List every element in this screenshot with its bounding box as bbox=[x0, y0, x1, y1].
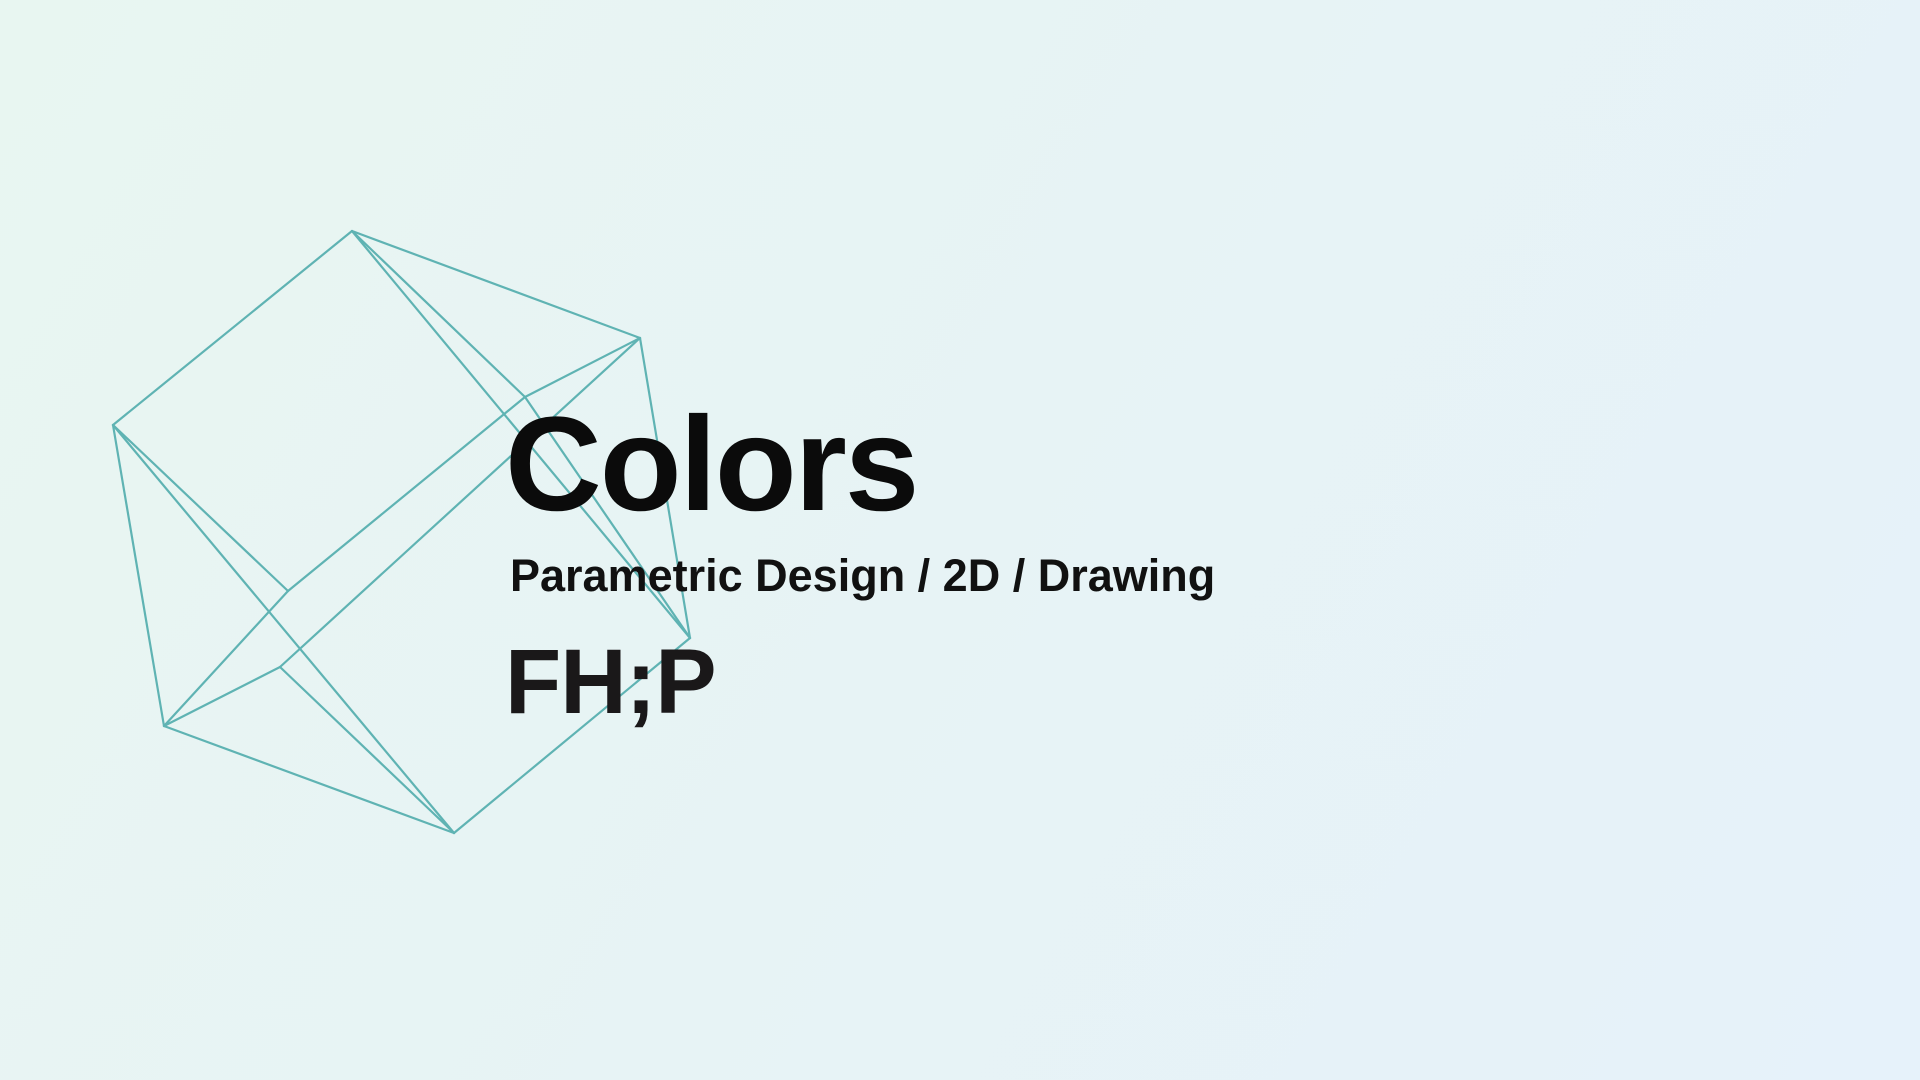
wireframe-edge bbox=[278, 665, 456, 835]
wireframe-edge bbox=[286, 395, 527, 593]
wireframe-edge bbox=[350, 229, 527, 399]
cover-slide: Colors Parametric Design / 2D / Drawing … bbox=[0, 0, 1920, 1080]
wireframe-edge bbox=[162, 665, 282, 728]
wireframe-edge bbox=[111, 229, 354, 427]
wireframe-edge bbox=[111, 423, 456, 835]
wireframe-edge bbox=[523, 336, 642, 399]
page-subtitle: Parametric Design / 2D / Drawing bbox=[510, 550, 1216, 601]
page-title: Colors bbox=[505, 390, 919, 539]
wireframe-edge bbox=[111, 423, 290, 593]
brand-logo-text: FH;P bbox=[505, 631, 717, 733]
wireframe-edge bbox=[162, 589, 290, 728]
wireframe-edge bbox=[111, 423, 166, 728]
wireframe-polyhedron-icon bbox=[111, 229, 692, 835]
